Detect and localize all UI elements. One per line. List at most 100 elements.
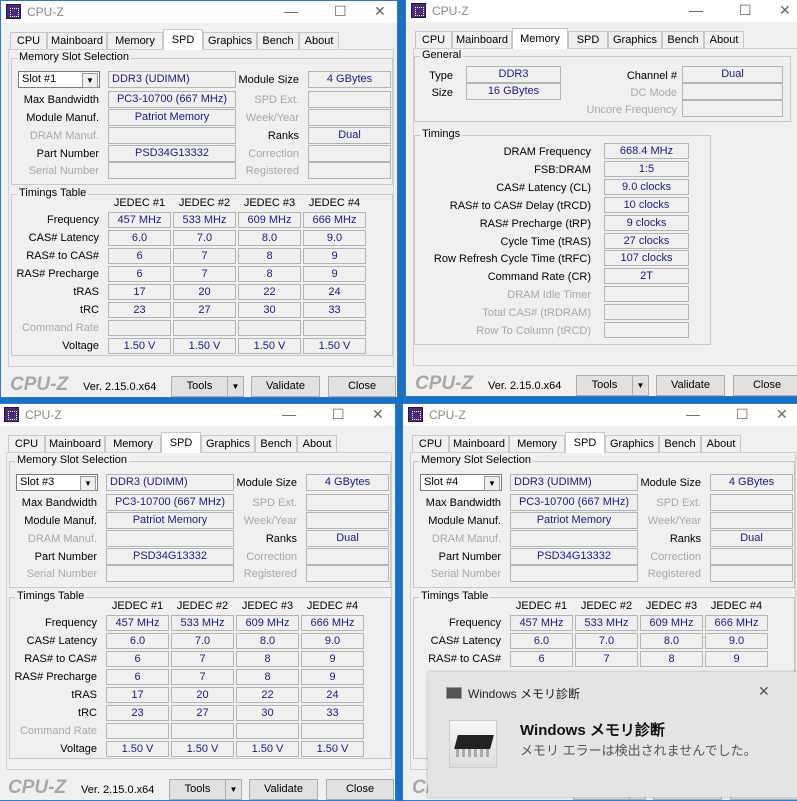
title-bar: CPU-Z — ☐ ✕ [0, 404, 395, 426]
toast-notification[interactable]: Windows メモリ診断 ✕ Windows メモリ診断 メモリ エラーは検出… [428, 672, 797, 797]
timing-cell: 9.0 [301, 633, 364, 649]
timing-label: Row To Column (tRCD) [476, 325, 591, 337]
close-window-button[interactable]: Close [328, 376, 396, 397]
chevron-down-icon[interactable]: ▼ [484, 476, 500, 491]
tab-bench[interactable]: Bench [255, 435, 297, 452]
group-title: General [420, 49, 464, 61]
validate-button[interactable]: Validate [656, 375, 725, 396]
timing-row-label: Frequency [47, 214, 99, 226]
tab-graphics[interactable]: Graphics [203, 32, 257, 49]
module-size-label: Module Size [640, 477, 701, 489]
timing-value [604, 286, 689, 303]
timing-row-label: Frequency [45, 617, 97, 629]
tools-button[interactable]: Tools [171, 376, 228, 397]
tab-bench[interactable]: Bench [257, 32, 299, 49]
minimize-button[interactable]: — [686, 406, 700, 422]
toast-message: メモリ エラーは検出されませんでした。 [520, 743, 757, 758]
dram-manuf-value [106, 530, 234, 547]
timing-cell: 9 [301, 669, 364, 685]
tab-spd[interactable]: SPD [163, 29, 203, 50]
maximize-button[interactable]: ☐ [739, 2, 752, 19]
cpu-z-memory-window: CPU-Z — ☐ ✕ CPU Mainboard Memory SPD Graphics Ben… [405, 0, 797, 397]
module-manuf-label: Module Manuf. [428, 515, 501, 527]
tab-memory[interactable]: Memory [512, 28, 568, 49]
timing-cell: 6 [510, 651, 573, 667]
tab-graphics[interactable]: Graphics [605, 435, 659, 452]
tab-mainboard[interactable]: Mainboard [47, 32, 107, 49]
serial-number-label: Serial Number [28, 165, 99, 177]
version-text: Ver. 2.15.0.x64 [488, 380, 562, 392]
maximize-button[interactable]: ☐ [332, 406, 345, 423]
tab-graphics[interactable]: Graphics [201, 435, 255, 452]
minimize-button[interactable]: — [689, 2, 703, 18]
tab-mainboard[interactable]: Mainboard [452, 31, 512, 48]
tab-mainboard[interactable]: Mainboard [45, 435, 105, 452]
close-button[interactable]: ✕ [372, 406, 384, 423]
timing-value: 107 clocks [604, 250, 689, 267]
timing-label: CAS# Latency (CL) [496, 181, 591, 194]
tab-cpu[interactable]: CPU [412, 435, 449, 452]
tab-memory[interactable]: Memory [509, 435, 565, 452]
tab-about[interactable]: About [701, 435, 741, 452]
version-text: Ver. 2.15.0.x64 [83, 381, 157, 393]
tab-mainboard[interactable]: Mainboard [449, 435, 509, 452]
slot-select[interactable]: Slot #1 ▼ [18, 71, 100, 88]
jedec-header: JEDEC #4 [710, 600, 763, 612]
tools-button[interactable]: Tools [576, 375, 633, 396]
timing-row-label: Voltage [62, 340, 99, 352]
timing-cell: 457 MHz [106, 615, 169, 631]
tab-memory[interactable]: Memory [107, 32, 163, 49]
module-manuf-value: Patriot Memory [106, 512, 234, 529]
tools-dropdown-icon[interactable]: ▼ [227, 376, 244, 397]
maximize-button[interactable]: ☐ [736, 406, 749, 423]
timing-value: 668.4 MHz [604, 143, 689, 159]
close-button[interactable]: ✕ [776, 406, 788, 423]
chevron-down-icon[interactable]: ▼ [82, 73, 98, 88]
tab-graphics[interactable]: Graphics [608, 31, 662, 48]
chevron-down-icon[interactable]: ▼ [80, 476, 96, 491]
title-bar: CPU-Z — ☐ ✕ [1, 1, 397, 23]
timing-cell: 7 [575, 651, 638, 667]
minimize-button[interactable]: — [284, 3, 298, 19]
timing-row-label: Frequency [449, 617, 501, 629]
dram-manuf-label: DRAM Manuf. [431, 533, 501, 545]
tab-spd[interactable]: SPD [568, 31, 608, 48]
registered-label: Registered [243, 568, 297, 580]
tab-about[interactable]: About [299, 32, 339, 49]
tab-cpu[interactable]: CPU [415, 31, 452, 48]
maximize-button[interactable]: ☐ [334, 3, 347, 20]
tools-dropdown-icon[interactable]: ▼ [632, 375, 649, 396]
part-number-label: Part Number [34, 551, 97, 563]
jedec-header: JEDEC #1 [111, 600, 164, 612]
group-title: Memory Slot Selection [15, 454, 130, 466]
jedec-header: JEDEC #1 [113, 197, 166, 209]
ranks-value: Dual [308, 127, 391, 144]
close-window-button[interactable]: Close [733, 375, 797, 396]
validate-button[interactable]: Validate [251, 376, 320, 397]
group-title: Memory Slot Selection [17, 51, 132, 63]
tab-cpu[interactable]: CPU [8, 435, 45, 452]
timing-row-label: Command Rate [19, 725, 97, 737]
timing-value: 9 clocks [604, 214, 689, 231]
toast-close-icon[interactable]: ✕ [758, 683, 770, 700]
toast-app-name: Windows メモリ診断 [468, 687, 581, 701]
serial-number-label: Serial Number [430, 568, 501, 580]
tab-about[interactable]: About [704, 31, 744, 48]
cpu-z-app-icon [4, 407, 19, 422]
tab-memory[interactable]: Memory [105, 435, 161, 452]
tab-spd[interactable]: SPD [565, 432, 605, 453]
tab-bench[interactable]: Bench [659, 435, 701, 452]
tab-about[interactable]: About [297, 435, 337, 452]
max-bandwidth-value: PC3-10700 (667 MHz) [510, 494, 638, 511]
minimize-button[interactable]: — [282, 406, 296, 422]
slot-select[interactable]: Slot #3 ▼ [16, 474, 98, 491]
tab-bench[interactable]: Bench [662, 31, 704, 48]
close-button[interactable]: ✕ [779, 2, 791, 19]
tab-cpu[interactable]: CPU [10, 32, 47, 49]
timing-cell: 6 [106, 669, 169, 685]
tab-spd[interactable]: SPD [161, 432, 201, 453]
slot-select[interactable]: Slot #4 ▼ [420, 474, 502, 491]
close-button[interactable]: ✕ [374, 3, 386, 20]
timing-cell: 24 [303, 284, 366, 300]
timing-cell: 7.0 [171, 633, 234, 649]
